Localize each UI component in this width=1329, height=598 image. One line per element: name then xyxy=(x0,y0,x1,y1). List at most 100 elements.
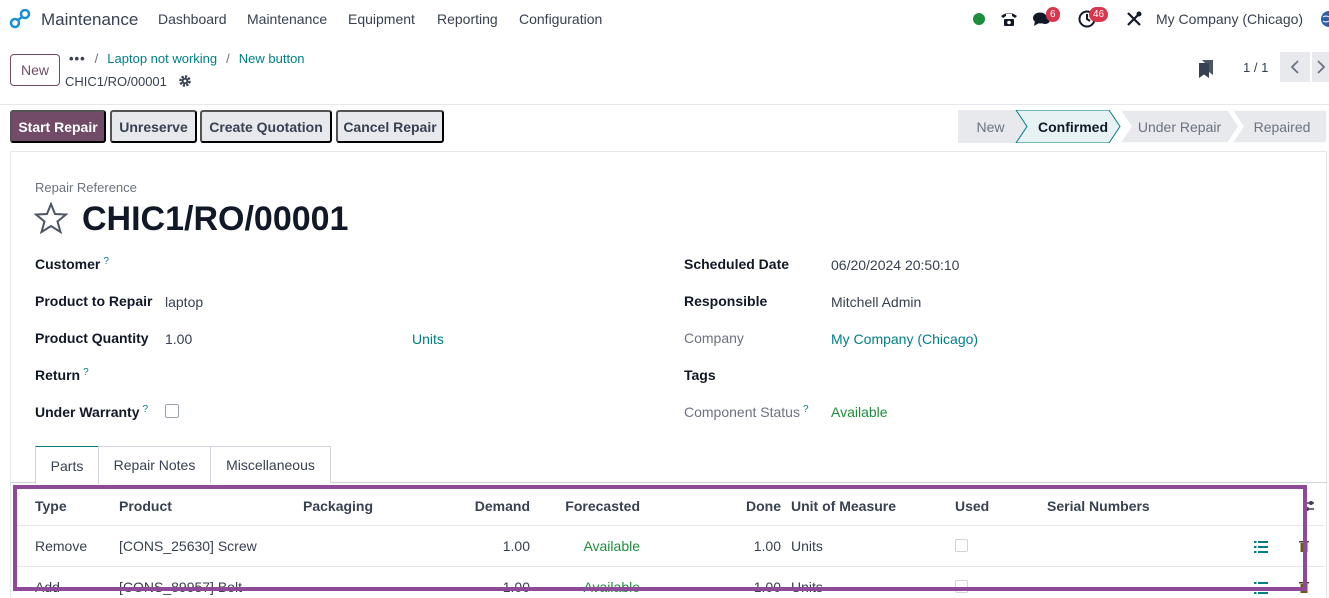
return-label: Return? xyxy=(35,367,89,383)
menu-equipment[interactable]: Equipment xyxy=(348,11,415,27)
cancel-repair-button[interactable]: Cancel Repair xyxy=(336,110,444,143)
gear-icon[interactable] xyxy=(178,74,192,88)
column-header-packaging[interactable]: Packaging xyxy=(303,498,373,514)
record-title: CHIC1/RO/00001 xyxy=(82,200,349,238)
responsible-label: Responsible xyxy=(684,293,768,309)
pager-previous-button[interactable] xyxy=(1280,52,1310,82)
menu-maintenance[interactable]: Maintenance xyxy=(247,11,327,27)
component-status-value: Available xyxy=(831,404,888,420)
menu-reporting[interactable]: Reporting xyxy=(437,11,498,27)
stage-under-repair[interactable]: Under Repair xyxy=(1131,110,1228,143)
table-row-divider xyxy=(15,566,1325,567)
breadcrumb-more-dots[interactable]: ••• xyxy=(69,51,86,66)
breadcrumb-separator: / xyxy=(226,51,230,66)
star-icon[interactable] xyxy=(34,202,68,234)
company-switcher[interactable]: My Company (Chicago) xyxy=(1156,11,1303,27)
row-type[interactable]: Add xyxy=(35,579,60,595)
create-quotation-button[interactable]: Create Quotation xyxy=(200,110,332,143)
customer-label-text: Customer xyxy=(35,256,101,272)
under-warranty-label: Under Warranty? xyxy=(35,404,148,420)
stage-confirmed[interactable]: Confirmed xyxy=(1027,110,1119,143)
user-avatar-globe-icon[interactable] xyxy=(1317,9,1329,29)
company-field-link[interactable]: My Company (Chicago) xyxy=(831,331,978,347)
product-quantity-label: Product Quantity xyxy=(35,330,149,346)
component-status-label: Component Status? xyxy=(684,404,809,420)
details-list-icon[interactable] xyxy=(1254,582,1268,594)
unreserve-button[interactable]: Unreserve xyxy=(110,110,197,143)
product-uom-link[interactable]: Units xyxy=(412,331,444,347)
column-header-serial-numbers[interactable]: Serial Numbers xyxy=(1047,498,1150,514)
scheduled-date-label: Scheduled Date xyxy=(684,256,790,272)
row-used-checkbox[interactable] xyxy=(955,580,968,593)
breadcrumb-link-laptop-not-working[interactable]: Laptop not working xyxy=(107,51,217,66)
under-warranty-checkbox[interactable] xyxy=(165,404,179,418)
chevron-right-icon xyxy=(1316,60,1325,74)
tools-icon[interactable] xyxy=(1124,9,1144,29)
breadcrumb: ••• / Laptop not working / New button xyxy=(69,51,305,66)
customer-label: Customer? xyxy=(35,256,109,272)
chevron-left-icon xyxy=(1290,60,1299,74)
trash-icon[interactable] xyxy=(1299,581,1309,593)
breadcrumb-link-new-button[interactable]: New button xyxy=(239,51,305,66)
row-forecasted: Available xyxy=(583,538,640,554)
app-name[interactable]: Maintenance xyxy=(41,10,138,30)
row-product[interactable]: [CONS_25630] Screw xyxy=(119,538,257,554)
row-type[interactable]: Remove xyxy=(35,538,87,554)
column-header-done[interactable]: Done xyxy=(700,498,781,514)
product-to-repair-field[interactable]: laptop xyxy=(165,294,203,310)
row-done[interactable]: 1.00 xyxy=(700,579,781,595)
column-header-unit-of-measure[interactable]: Unit of Measure xyxy=(791,498,896,514)
customer-help-icon[interactable]: ? xyxy=(103,256,109,267)
top-navbar: Maintenance Dashboard Maintenance Equipm… xyxy=(0,0,1329,38)
product-quantity-field[interactable]: 1.00 xyxy=(165,331,192,347)
row-demand[interactable]: 1.00 xyxy=(430,579,530,595)
component-status-help-icon[interactable]: ? xyxy=(803,404,809,415)
repair-reference-label: Repair Reference xyxy=(35,180,137,195)
stage-new[interactable]: New xyxy=(958,110,1023,143)
product-to-repair-label: Product to Repair xyxy=(35,293,153,309)
column-header-demand[interactable]: Demand xyxy=(430,498,530,514)
pager-next-button[interactable] xyxy=(1312,52,1329,82)
under-warranty-help-icon[interactable]: ? xyxy=(143,404,149,415)
company-label: Company xyxy=(684,330,744,346)
row-done[interactable]: 1.00 xyxy=(700,538,781,554)
maintenance-app-icon[interactable] xyxy=(9,9,31,29)
tab-miscellaneous[interactable]: Miscellaneous xyxy=(210,446,331,483)
phone-icon[interactable] xyxy=(999,9,1019,29)
row-uom[interactable]: Units xyxy=(791,579,823,595)
return-help-icon[interactable]: ? xyxy=(83,367,89,378)
messages-badge: 6 xyxy=(1046,7,1060,22)
control-panel-divider xyxy=(0,104,1329,105)
pager-value[interactable]: 1 / 1 xyxy=(1243,60,1268,75)
trash-icon[interactable] xyxy=(1299,540,1309,552)
column-header-type[interactable]: Type xyxy=(35,498,67,514)
row-product[interactable]: [CONS_89957] Bolt xyxy=(119,579,242,595)
stage-repaired[interactable]: Repaired xyxy=(1241,110,1323,143)
responsible-field[interactable]: Mitchell Admin xyxy=(831,294,921,310)
row-demand[interactable]: 1.00 xyxy=(430,538,530,554)
table-header-divider xyxy=(15,525,1325,526)
details-list-icon[interactable] xyxy=(1254,541,1268,553)
row-forecasted: Available xyxy=(583,579,640,595)
breadcrumb-separator: / xyxy=(94,51,99,66)
menu-dashboard[interactable]: Dashboard xyxy=(158,11,227,27)
optional-columns-toggle-icon[interactable] xyxy=(1302,498,1316,514)
new-button[interactable]: New xyxy=(10,54,60,86)
record-name: CHIC1/RO/00001 xyxy=(65,74,167,89)
bookmark-icon[interactable] xyxy=(1198,59,1214,79)
tab-repair-notes[interactable]: Repair Notes xyxy=(98,446,211,483)
column-header-forecasted[interactable]: Forecasted xyxy=(540,498,640,514)
column-header-product[interactable]: Product xyxy=(119,498,172,514)
scheduled-date-field[interactable]: 06/20/2024 20:50:10 xyxy=(831,257,959,273)
tags-label: Tags xyxy=(684,367,716,383)
presence-status-dot xyxy=(973,13,985,25)
menu-configuration[interactable]: Configuration xyxy=(519,11,602,27)
column-header-used[interactable]: Used xyxy=(955,498,989,514)
component-status-label-text: Component Status xyxy=(684,404,800,420)
row-uom[interactable]: Units xyxy=(791,538,823,554)
start-repair-button[interactable]: Start Repair xyxy=(10,110,106,143)
under-warranty-label-text: Under Warranty xyxy=(35,404,140,420)
tab-parts[interactable]: Parts xyxy=(35,446,99,484)
activities-badge: 46 xyxy=(1089,7,1109,22)
row-used-checkbox[interactable] xyxy=(955,539,968,552)
